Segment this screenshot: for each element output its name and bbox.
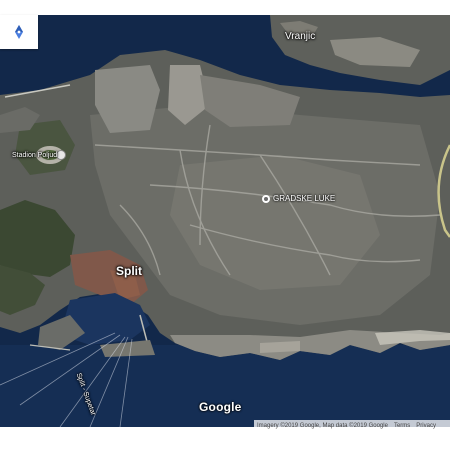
poi-marker[interactable]: GRADSKE LUKE: [262, 194, 335, 203]
map-imagery: [0, 15, 450, 427]
label-stadium: Stadion Poljud: [12, 152, 58, 159]
compass-button[interactable]: [0, 15, 38, 49]
google-logo: Google: [199, 400, 242, 414]
label-split: Split: [116, 264, 142, 278]
stadium-pin-icon[interactable]: [56, 150, 66, 160]
attribution-bar: Imagery ©2019 Google, Map data ©2019 Goo…: [254, 420, 450, 431]
satellite-map[interactable]: Vranjic Stadion Poljud Split GRADSKE LUK…: [0, 15, 450, 427]
terms-link[interactable]: Terms: [391, 423, 413, 429]
compass-icon: [15, 25, 23, 39]
privacy-link[interactable]: Privacy: [413, 423, 439, 429]
poi-pin-icon: [262, 194, 270, 203]
label-vranjic: Vranjic: [285, 31, 316, 42]
attribution-text: Imagery ©2019 Google, Map data ©2019 Goo…: [257, 422, 388, 429]
poi-label: GRADSKE LUKE: [273, 194, 336, 203]
